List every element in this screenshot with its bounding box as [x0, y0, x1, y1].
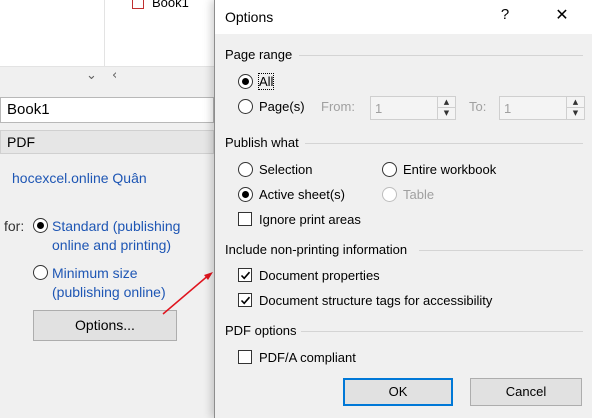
from-label: From: [321, 99, 355, 114]
document-properties-label[interactable]: Document properties [259, 268, 380, 283]
save-as-type-select[interactable]: PDF [0, 130, 214, 154]
structure-tags-checkbox[interactable] [238, 293, 252, 307]
ignore-print-areas-checkbox[interactable] [238, 212, 252, 226]
from-stepper-arrows: ▲ ▼ [437, 97, 455, 119]
structure-tags-label[interactable]: Document structure tags for accessibilit… [259, 293, 492, 308]
file-name-input[interactable]: Book1 [0, 97, 214, 123]
publish-what-divider [305, 143, 583, 144]
dialog-titlebar[interactable]: Options ? ✕ [215, 0, 592, 34]
chevron-left-icon[interactable]: ‹ [112, 68, 117, 83]
chevron-down-icon[interactable]: ⌄ [86, 68, 97, 83]
publish-entire-workbook-label[interactable]: Entire workbook [403, 162, 496, 177]
publish-what-heading: Publish what [225, 135, 299, 150]
page-range-pages-radio[interactable] [238, 99, 253, 114]
options-button[interactable]: Options... [33, 310, 177, 341]
document-properties-checkbox[interactable] [238, 268, 252, 282]
non-printing-heading: Include non-printing information [225, 242, 408, 257]
pane-divider [104, 0, 105, 66]
non-printing-divider [419, 250, 583, 251]
optimize-standard-radio[interactable] [33, 218, 48, 233]
annotation-arrow-icon [162, 272, 213, 315]
author-link[interactable]: hocexcel.online Quân [12, 170, 147, 186]
to-label: To: [469, 99, 487, 114]
arrow-up-icon[interactable]: ▲ [438, 97, 455, 108]
excel-file-icon [132, 0, 144, 9]
pdf-options-divider [301, 331, 583, 332]
page-range-all-radio[interactable] [238, 74, 253, 89]
close-icon[interactable]: ✕ [550, 5, 574, 27]
optimize-minimum-label[interactable]: Minimum size (publishing online) [52, 264, 166, 302]
to-stepper-arrows: ▲ ▼ [566, 97, 584, 119]
pdfa-compliant-label[interactable]: PDF/A compliant [259, 350, 356, 365]
optimize-standard-label[interactable]: Standard (publishing online and printing… [52, 217, 180, 255]
publish-selection-radio[interactable] [238, 162, 253, 177]
cancel-button[interactable]: Cancel [470, 378, 582, 406]
arrow-down-icon[interactable]: ▼ [438, 108, 455, 119]
page-range-heading: Page range [225, 47, 293, 62]
publish-active-sheets-radio[interactable] [238, 187, 253, 202]
to-page-value[interactable]: 1 [504, 101, 511, 116]
checkmark-icon [240, 296, 251, 305]
publish-active-sheets-label[interactable]: Active sheet(s) [259, 187, 345, 202]
from-page-value[interactable]: 1 [375, 101, 382, 116]
help-button[interactable]: ? [497, 6, 513, 26]
optimize-minimum-radio[interactable] [33, 265, 48, 280]
optimize-for-label: for: [4, 218, 25, 234]
file-list-item-name[interactable]: Book1 [152, 0, 189, 10]
pdfa-compliant-checkbox[interactable] [238, 350, 252, 364]
horizontal-scrollbar[interactable]: ⌄ ‹ [0, 66, 214, 86]
publish-entire-workbook-radio[interactable] [382, 162, 397, 177]
arrow-up-icon[interactable]: ▲ [567, 97, 584, 108]
pdf-options-heading: PDF options [225, 323, 297, 338]
from-page-stepper[interactable]: 1 ▲ ▼ [370, 96, 456, 120]
ok-button[interactable]: OK [343, 378, 453, 406]
checkmark-icon [240, 271, 251, 280]
arrow-down-icon[interactable]: ▼ [567, 108, 584, 119]
to-page-stepper[interactable]: 1 ▲ ▼ [499, 96, 585, 120]
publish-selection-label[interactable]: Selection [259, 162, 312, 177]
dialog-title: Options [225, 9, 274, 25]
publish-table-radio [382, 187, 397, 202]
page-range-divider [299, 55, 583, 56]
page-range-pages-label[interactable]: Page(s) [259, 99, 305, 114]
options-dialog: Options ? ✕ Page range All Page(s) From:… [214, 0, 592, 418]
ignore-print-areas-label[interactable]: Ignore print areas [259, 212, 361, 227]
page-range-all-label[interactable]: All [257, 73, 275, 90]
publish-table-label: Table [403, 187, 435, 202]
